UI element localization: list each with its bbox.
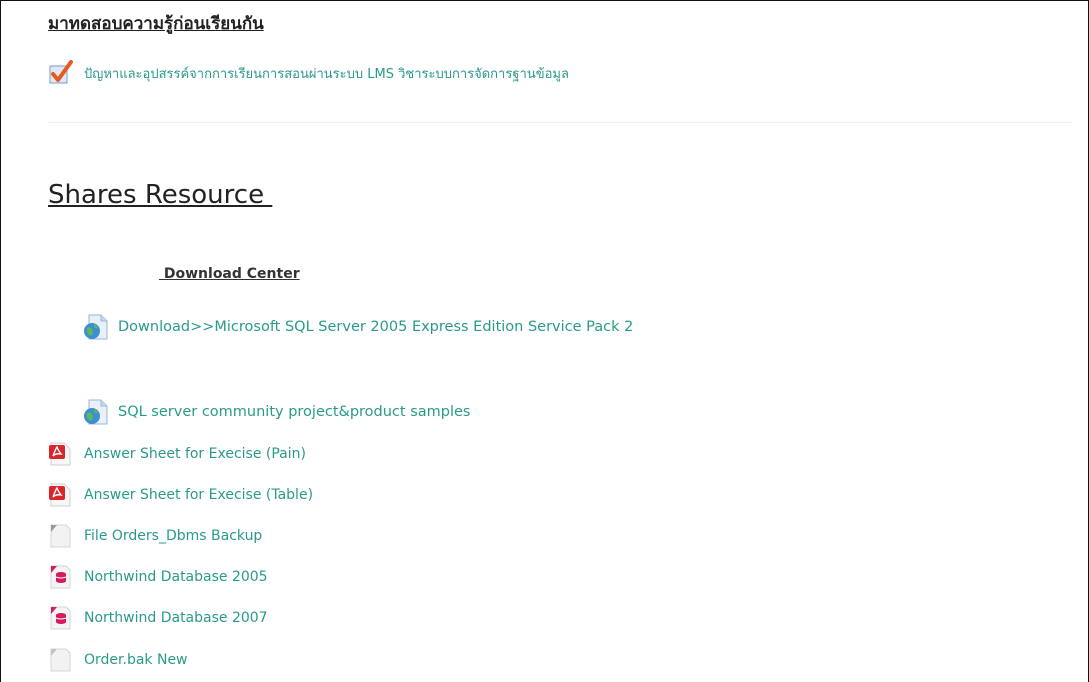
file-icon — [48, 648, 72, 672]
web-link-icon — [82, 314, 108, 340]
resource-item[interactable]: Download>>Microsoft SQL Server 2005 Expr… — [82, 314, 633, 340]
resource-link[interactable]: Northwind Database 2007 — [84, 610, 268, 626]
database-file-icon — [48, 565, 72, 589]
file-icon — [48, 524, 72, 548]
pdf-icon — [48, 483, 72, 507]
resource-item[interactable]: Answer Sheet for Execise (Pain) — [48, 442, 306, 466]
topic-heading-shares-resource: Shares Resource — [48, 180, 273, 210]
topic-heading-pretest: มาทดสอบความรู้ก่อนเรียนกัน — [48, 14, 264, 34]
resource-link[interactable]: Order.bak New — [84, 652, 188, 668]
database-file-icon — [48, 606, 72, 630]
resource-link[interactable]: File Orders_Dbms Backup — [84, 528, 262, 544]
resource-item[interactable]: Answer Sheet for Execise (Table) — [48, 483, 313, 507]
resource-item[interactable]: SQL server community project&product sam… — [82, 399, 470, 425]
resource-item[interactable]: Northwind Database 2007 — [48, 606, 268, 630]
quiz-activity[interactable]: ปัญหาและอุปสรรค์จากการเรียนการสอนผ่านระบ… — [48, 60, 569, 86]
section-divider — [48, 122, 1072, 123]
resource-link[interactable]: Answer Sheet for Execise (Table) — [84, 487, 313, 503]
pdf-icon — [48, 442, 72, 466]
quiz-link[interactable]: ปัญหาและอุปสรรค์จากการเรียนการสอนผ่านระบ… — [84, 63, 569, 84]
resource-link[interactable]: SQL server community project&product sam… — [118, 404, 470, 420]
course-content-frame: มาทดสอบความรู้ก่อนเรียนกัน ปัญหาและอุปสร… — [0, 0, 1089, 682]
resource-item[interactable]: Order.bak New — [48, 648, 188, 672]
resource-link[interactable]: Download>>Microsoft SQL Server 2005 Expr… — [118, 319, 633, 335]
web-link-icon — [82, 399, 108, 425]
checkmark-quiz-icon — [48, 60, 74, 86]
resource-item[interactable]: Northwind Database 2005 — [48, 565, 268, 589]
resource-item[interactable]: File Orders_Dbms Backup — [48, 524, 262, 548]
resource-link[interactable]: Answer Sheet for Execise (Pain) — [84, 446, 306, 462]
download-center-heading: Download Center — [159, 266, 300, 282]
resource-link[interactable]: Northwind Database 2005 — [84, 569, 268, 585]
